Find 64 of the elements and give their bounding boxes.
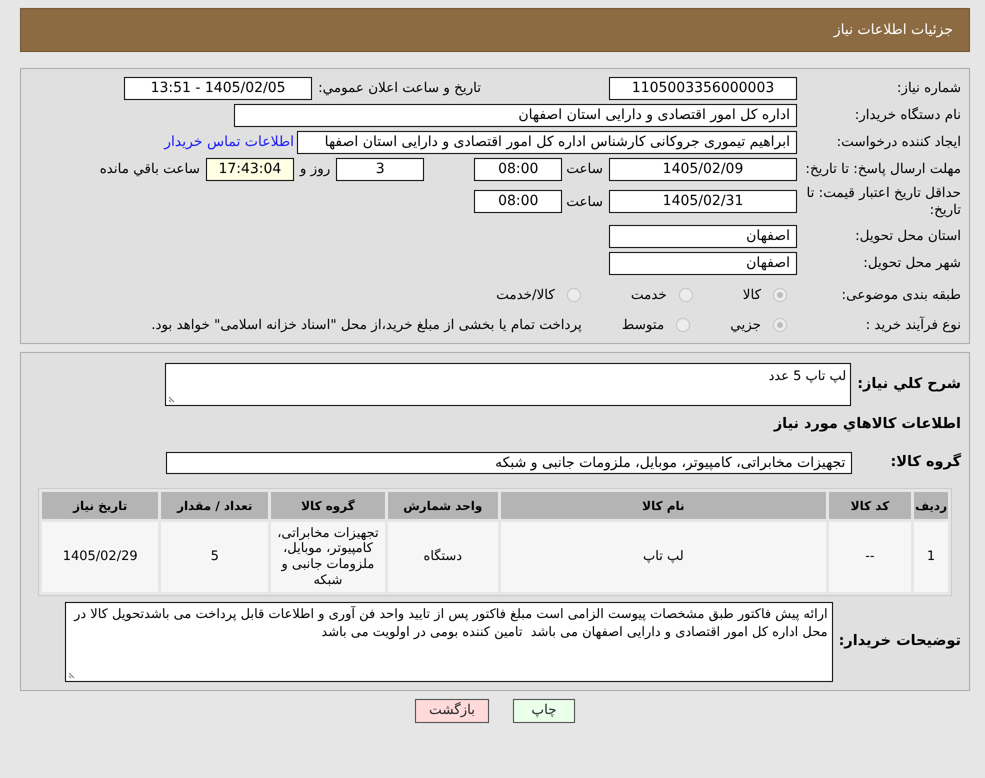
- field-label: مهلت ارسال پاسخ: تا تاریخ:: [804, 161, 962, 178]
- radio-label: خدمت: [630, 286, 667, 305]
- text-field[interactable]: ابراهیم تیموری جروکانی کارشناس اداره کل امور اقتصادی و دارایی استان اصفها: [297, 131, 797, 154]
- table-cell: --: [828, 522, 912, 592]
- field-label: نوع فرآیند خرید :: [864, 316, 962, 335]
- field-label: گروه کالا:: [889, 452, 962, 472]
- column-header: ردیف: [914, 492, 948, 519]
- radio-label: متوسط: [622, 316, 664, 335]
- text-area[interactable]: ارائه پیش فاکتور طبق مشخصات پیوست الزامی است مبلغ فاکتور پس از تایید واحد فن آوری و اطلاعات قابل پرداخت می باشدتحویل کالا در محل اداره کل امور اقتصادی و دارایی اصفهان می باشد تامین کننده بومی در اولویت می باشد: [64, 602, 833, 682]
- text-field[interactable]: 08:00: [474, 158, 562, 181]
- column-header: واحد شمارش: [388, 492, 498, 519]
- resize-grip-icon[interactable]: [68, 671, 76, 679]
- field-label: ایجاد کننده درخواست:: [836, 133, 962, 152]
- table-cell: دستگاه: [388, 522, 498, 592]
- text-field[interactable]: اصفهان: [609, 252, 797, 275]
- field-label: شهر محل تحویل:: [862, 254, 962, 274]
- field-label: شرح کلي نياز:: [856, 374, 962, 394]
- column-header: گروه کالا: [271, 492, 385, 519]
- text-area[interactable]: لپ تاپ 5 عدد: [165, 363, 852, 406]
- table-cell: لپ تاپ: [500, 522, 826, 592]
- field-label: طبقه بندی موضوعی:: [840, 286, 962, 305]
- radio-label: كالا: [742, 286, 761, 305]
- column-header: تعداد / مقدار: [161, 492, 268, 519]
- section-heading: اطلاعات کالاهاي مورد نياز: [774, 415, 962, 434]
- text-field[interactable]: 1405/02/05 - 13:51: [124, 77, 312, 100]
- field-label: حداقل تاریخ اعتبار قیمت: تا تاریخ:: [806, 185, 962, 219]
- field-label: روز و: [300, 160, 330, 180]
- radio-label: كالا/خدمت: [496, 286, 555, 305]
- text-field[interactable]: 3: [336, 158, 424, 181]
- field-label: استان محل تحویل:: [854, 227, 962, 246]
- contact-link[interactable]: اطلاعات تماس خریدار: [164, 132, 294, 153]
- radio-button[interactable]: [773, 318, 787, 332]
- table-cell: 5: [161, 522, 268, 592]
- text-field[interactable]: 17:43:04: [206, 158, 294, 181]
- field-label: نام دستگاه خریدار:: [854, 106, 962, 126]
- print-button[interactable]: چاپ: [513, 699, 575, 723]
- field-label: ساعت: [566, 192, 603, 212]
- text-field[interactable]: 1405/02/09: [609, 158, 797, 181]
- field-label: ساعت باقي مانده: [100, 160, 200, 180]
- text-field[interactable]: 1105003356000003: [609, 77, 797, 100]
- back-button[interactable]: بازگشت: [415, 699, 489, 723]
- radio-button[interactable]: [566, 288, 581, 302]
- table-cell: تجهیزات مخابراتی، کامپیوتر، موبایل، ملزومات جانبی و شبکه: [271, 522, 385, 592]
- field-label: توضیحات خریدار:: [838, 632, 962, 652]
- page-title: جزئیات اطلاعات نیاز: [834, 20, 953, 40]
- column-header: نام کالا: [500, 492, 826, 519]
- field-label: تاريخ و ساعت اعلان عمومي:: [318, 79, 481, 98]
- text-field[interactable]: اداره کل امور اقتصادی و دارایی استان اصفهان: [234, 104, 797, 127]
- table-cell: 1: [914, 522, 948, 592]
- resize-grip-icon[interactable]: [168, 395, 176, 404]
- field-label: ساعت: [566, 160, 603, 180]
- radio-button[interactable]: [676, 318, 690, 332]
- radio-label: جزيي: [730, 316, 761, 335]
- text-field[interactable]: 1405/02/31: [609, 190, 797, 214]
- column-header: تاریخ نیاز: [42, 492, 158, 519]
- radio-button[interactable]: [773, 288, 787, 302]
- text-field[interactable]: 08:00: [474, 190, 562, 214]
- note-text: پرداخت تمام یا بخشی از مبلغ خرید،از محل "اسناد خزانه اسلامی" خواهد بود.: [151, 316, 582, 335]
- table-cell: 1405/02/29: [42, 522, 158, 592]
- column-header: کد کالا: [828, 492, 912, 519]
- radio-button[interactable]: [678, 288, 693, 302]
- text-field[interactable]: تجهیزات مخابراتی، کامپیوتر، موبایل، ملزومات جانبی و شبکه: [166, 452, 852, 474]
- field-label: شماره نیاز:: [896, 79, 962, 98]
- text-field[interactable]: اصفهان: [609, 224, 797, 248]
